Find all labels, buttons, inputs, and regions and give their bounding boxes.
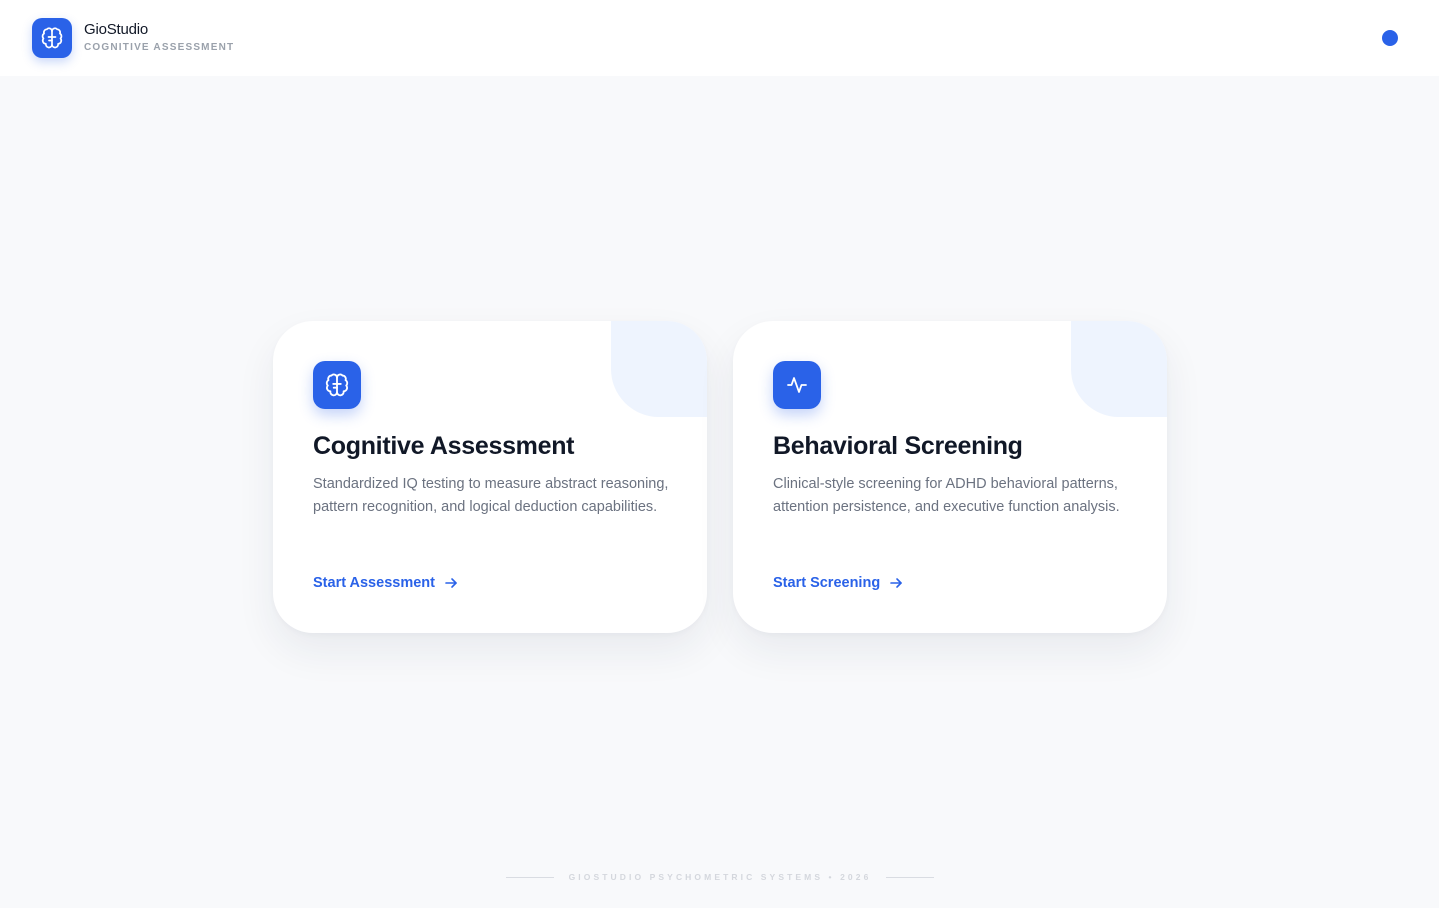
cognitive-assessment-card[interactable]: Cognitive Assessment Standardized IQ tes…: [273, 321, 707, 633]
card-corner-decoration: [611, 321, 707, 417]
card-title: Cognitive Assessment: [313, 432, 575, 460]
card-title: Behavioral Screening: [773, 432, 1023, 460]
activity-pulse-icon: [787, 377, 807, 393]
arrow-right-icon: [444, 576, 458, 590]
behavioral-screening-card[interactable]: Behavioral Screening Clinical-style scre…: [733, 321, 1167, 633]
card-corner-decoration: [1071, 321, 1167, 417]
footer-text: GIOSTUDIO PSYCHOMETRIC SYSTEMS • 2026: [568, 872, 872, 882]
card-icon-badge: [313, 361, 361, 409]
start-assessment-link[interactable]: Start Assessment: [313, 575, 458, 591]
card-description: Clinical-style screening for ADHD behavi…: [773, 476, 1120, 515]
brand-subtitle: COGNITIVE ASSESSMENT: [84, 42, 235, 53]
brand-name: GioStudio: [84, 21, 149, 38]
brain-icon: [41, 27, 63, 49]
app-logo[interactable]: [32, 18, 72, 58]
card-description: Standardized IQ testing to measure abstr…: [313, 476, 669, 515]
brain-icon: [325, 373, 349, 397]
link-label: Start Assessment: [313, 575, 435, 591]
card-icon-badge: [773, 361, 821, 409]
link-label: Start Screening: [773, 575, 881, 591]
footer-divider-right: [886, 877, 934, 878]
top-header: GioStudio COGNITIVE ASSESSMENT: [0, 0, 1439, 76]
start-screening-link[interactable]: Start Screening: [773, 575, 903, 591]
arrow-right-icon: [889, 576, 903, 590]
status-indicator: [1382, 30, 1398, 46]
footer-divider-left: [506, 877, 554, 878]
